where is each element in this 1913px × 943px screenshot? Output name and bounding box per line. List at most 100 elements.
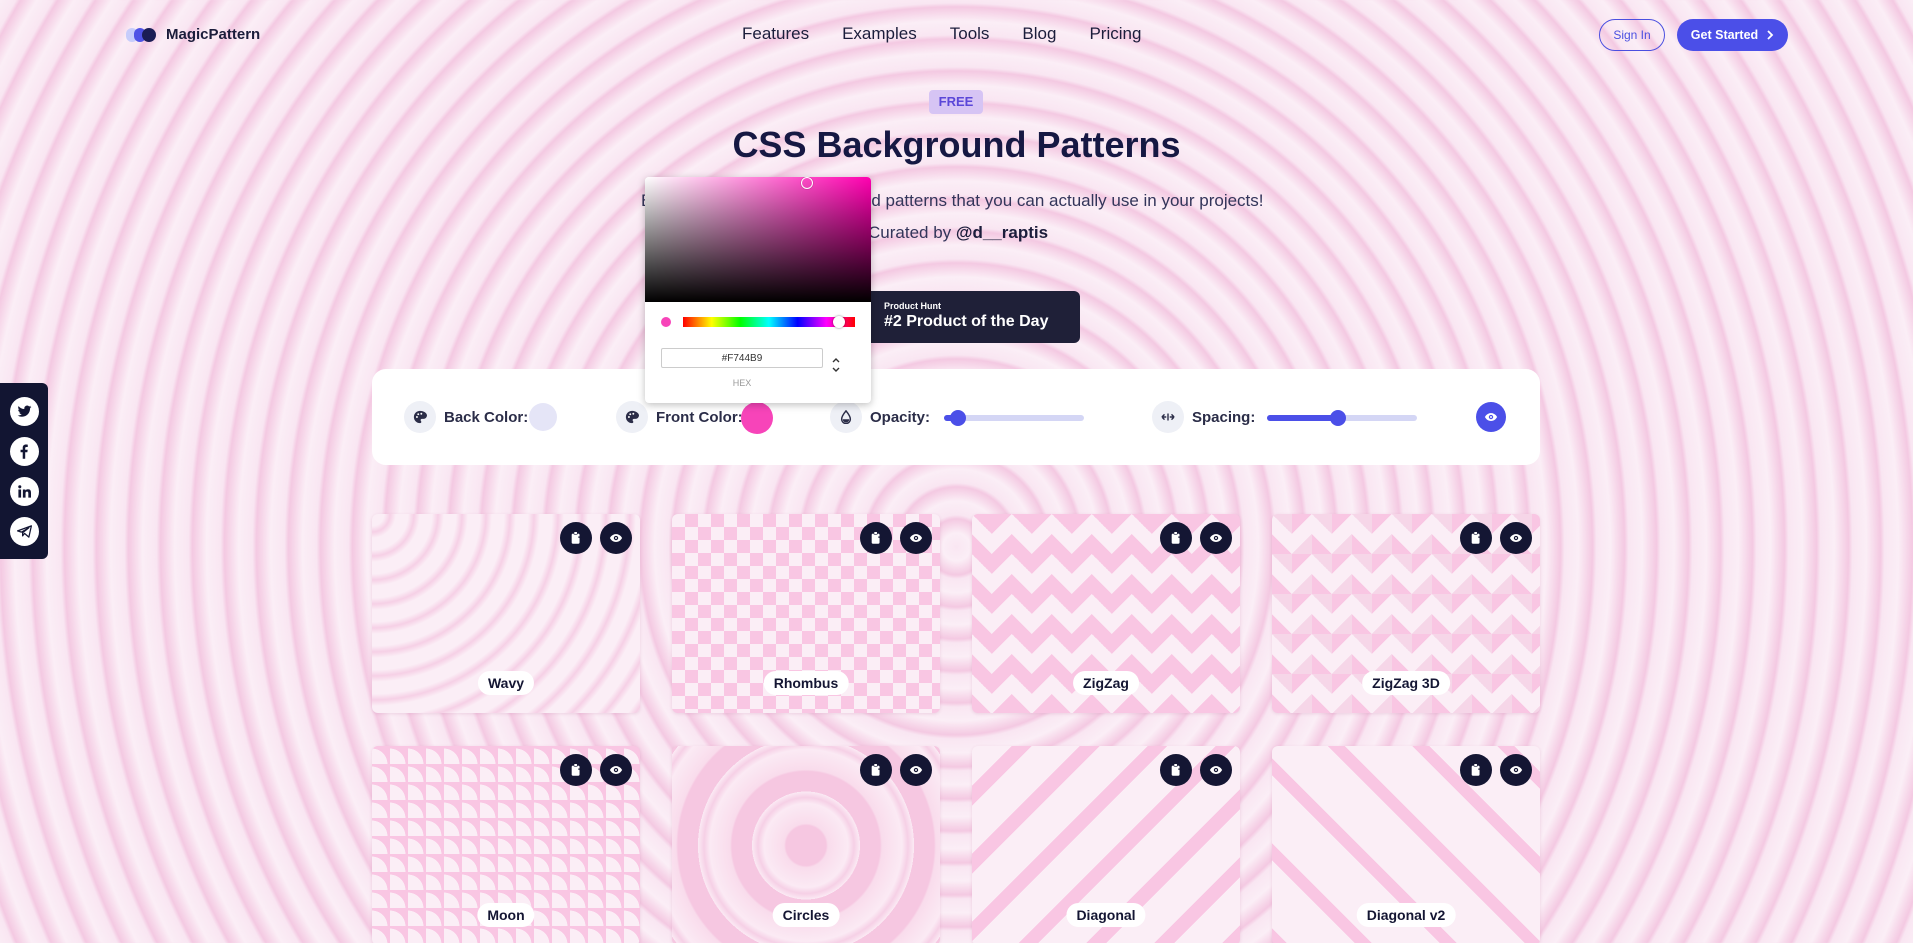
copy-css-button[interactable] — [860, 522, 892, 554]
preview-pattern-button[interactable] — [600, 522, 632, 554]
palette-icon — [404, 401, 436, 433]
magicpattern-logo-icon — [126, 27, 156, 42]
copy-css-button[interactable] — [1460, 522, 1492, 554]
preview-pattern-button[interactable] — [900, 522, 932, 554]
copy-css-button[interactable] — [560, 522, 592, 554]
copy-code-icon — [1171, 763, 1182, 776]
copy-code-icon — [871, 763, 882, 776]
copy-css-button[interactable] — [1460, 754, 1492, 786]
pattern-name: Circles — [772, 903, 840, 927]
nav-tools[interactable]: Tools — [950, 24, 990, 44]
card-actions — [860, 522, 932, 554]
telegram-icon[interactable] — [9, 516, 39, 546]
get-started-button[interactable]: Get Started — [1677, 19, 1788, 51]
eye-icon — [1209, 766, 1223, 774]
pattern-card[interactable]: Circles — [672, 746, 940, 943]
card-actions — [1160, 754, 1232, 786]
back-color-label: Back Color: — [444, 409, 529, 426]
curator-link[interactable]: @d__raptis — [956, 223, 1048, 242]
hue-slider-thumb[interactable] — [833, 316, 845, 328]
preview-toggle-button[interactable] — [1476, 402, 1506, 432]
chevron-right-icon — [1767, 30, 1774, 40]
preview-pattern-button[interactable] — [1200, 754, 1232, 786]
pattern-name: ZigZag — [1073, 671, 1139, 695]
pattern-name: Rhombus — [763, 671, 849, 695]
preview-pattern-button[interactable] — [1500, 754, 1532, 786]
copy-code-icon — [571, 763, 582, 776]
opacity-slider-thumb[interactable] — [950, 410, 966, 426]
pattern-name: Diagonal — [1066, 903, 1146, 927]
copy-code-icon — [1471, 763, 1482, 776]
eye-icon — [1509, 534, 1523, 542]
copy-code-icon — [571, 531, 582, 544]
card-actions — [560, 754, 632, 786]
preview-pattern-button[interactable] — [1500, 522, 1532, 554]
copy-css-button[interactable] — [1160, 754, 1192, 786]
copy-code-icon — [1171, 531, 1182, 544]
eye-icon — [1484, 413, 1498, 421]
pattern-card[interactable]: Wavy — [372, 514, 640, 713]
spacing-slider-thumb[interactable] — [1330, 410, 1346, 426]
copy-css-button[interactable] — [560, 754, 592, 786]
format-toggle-icon[interactable] — [831, 355, 841, 377]
get-started-label: Get Started — [1690, 28, 1759, 42]
copy-code-icon — [871, 531, 882, 544]
pattern-card[interactable]: Moon — [372, 746, 640, 943]
opacity-drop-icon — [830, 401, 862, 433]
spacing-slider-fill — [1267, 415, 1338, 421]
facebook-icon[interactable] — [9, 436, 39, 466]
nav-examples[interactable]: Examples — [842, 24, 917, 44]
nav-pricing[interactable]: Pricing — [1089, 24, 1141, 44]
eye-icon — [1209, 534, 1223, 542]
preview-pattern-button[interactable] — [1200, 522, 1232, 554]
curated-prefix: Curated by — [868, 223, 956, 242]
pattern-card[interactable]: ZigZag — [972, 514, 1240, 713]
main-nav: Features Examples Tools Blog Pricing — [742, 24, 1141, 44]
spacing-arrows-icon — [1152, 401, 1184, 433]
hue-slider[interactable] — [683, 316, 855, 328]
copy-css-button[interactable] — [1160, 522, 1192, 554]
eye-icon — [909, 534, 923, 542]
spacing-label: Spacing: — [1192, 409, 1256, 426]
linkedin-icon[interactable] — [9, 476, 39, 506]
card-actions — [860, 754, 932, 786]
card-actions — [1460, 754, 1532, 786]
front-color-label: Front Color: — [656, 409, 743, 426]
preview-pattern-button[interactable] — [600, 754, 632, 786]
pattern-name: Moon — [477, 903, 535, 927]
nav-features[interactable]: Features — [742, 24, 809, 44]
saturation-area[interactable] — [645, 177, 871, 302]
product-hunt-badge[interactable]: Product Hunt #2 Product of the Day — [860, 291, 1080, 343]
front-color-swatch[interactable] — [741, 402, 773, 434]
color-picker-popover: HEX — [645, 177, 871, 403]
pattern-name: Wavy — [477, 671, 535, 695]
opacity-slider[interactable] — [944, 410, 1084, 426]
pattern-card[interactable]: Rhombus — [672, 514, 940, 713]
eye-icon — [609, 766, 623, 774]
logo-text: MagicPattern — [166, 26, 261, 43]
sign-in-button[interactable]: Sign In — [1599, 19, 1665, 51]
copy-css-button[interactable] — [860, 754, 892, 786]
saturation-handle[interactable] — [801, 177, 813, 189]
spacing-slider[interactable] — [1267, 410, 1417, 426]
product-hunt-rank: #2 Product of the Day — [884, 313, 1049, 330]
twitter-icon[interactable] — [9, 396, 39, 426]
pattern-name: Diagonal v2 — [1356, 903, 1456, 927]
nav-blog[interactable]: Blog — [1022, 24, 1056, 44]
pattern-card[interactable]: Diagonal v2 — [1272, 746, 1540, 943]
hex-input[interactable] — [661, 348, 823, 368]
opacity-label: Opacity: — [870, 409, 931, 426]
free-badge: FREE — [929, 90, 983, 114]
eye-icon — [1509, 766, 1523, 774]
logo[interactable]: MagicPattern — [126, 26, 260, 43]
preview-pattern-button[interactable] — [900, 754, 932, 786]
subtitle-right: d patterns that you can actually use in … — [871, 191, 1264, 210]
back-color-swatch[interactable] — [529, 403, 557, 431]
hex-format-label: HEX — [732, 378, 752, 388]
curated-by: Curated by @d__raptis — [868, 223, 1048, 243]
social-share-bar — [0, 383, 48, 559]
card-actions — [1160, 522, 1232, 554]
pattern-card[interactable]: ZigZag 3D — [1272, 514, 1540, 713]
pattern-card[interactable]: Diagonal — [972, 746, 1240, 943]
eye-icon — [909, 766, 923, 774]
